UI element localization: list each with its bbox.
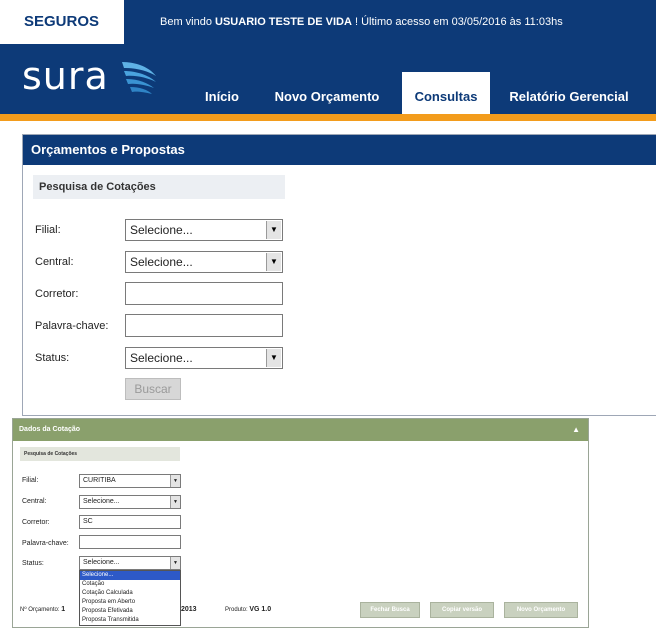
- status-dropdown-list: Selecione... Cotação Cotação Calculada P…: [79, 570, 181, 626]
- status-value: Selecione...: [130, 351, 193, 365]
- central-value: Selecione...: [130, 255, 193, 269]
- status-option[interactable]: Selecione...: [80, 571, 180, 580]
- panel-title: Orçamentos e Propostas: [23, 135, 656, 165]
- search-button[interactable]: Buscar: [125, 378, 181, 400]
- nav-inicio[interactable]: Início: [196, 72, 248, 114]
- chevron-down-icon[interactable]: ▼: [266, 349, 281, 367]
- orcamento-value-end: 2013: [181, 606, 197, 613]
- detail-panel: Dados da Cotação ▲ Pesquisa de Cotações …: [12, 418, 589, 628]
- produto-info: Produto: VG 1.0: [225, 606, 271, 613]
- welcome-message: Bem vindo USUARIO TESTE DE VIDA ! Último…: [160, 0, 563, 44]
- fechar-busca-button[interactable]: Fechar Busca: [360, 602, 420, 618]
- nav-relatorio-gerencial[interactable]: Relatório Gerencial: [504, 72, 634, 114]
- detail-central-value: Selecione...: [83, 498, 120, 505]
- produto-value: VG 1.0: [249, 606, 272, 613]
- corretor-label: Corretor:: [35, 288, 79, 300]
- status-select[interactable]: Selecione... ▼: [125, 347, 283, 369]
- status-option[interactable]: Proposta Transmitida: [80, 616, 180, 625]
- detail-palavra-label: Palavra-chave:: [22, 540, 69, 547]
- collapse-icon[interactable]: ▲: [572, 419, 580, 441]
- palavra-chave-input[interactable]: [125, 314, 283, 337]
- detail-status-value: Selecione...: [83, 559, 120, 566]
- accent-bar: [0, 114, 656, 121]
- orcamento-label: Nº Orçamento:: [20, 607, 60, 613]
- nav-novo-orcamento[interactable]: Novo Orçamento: [266, 72, 388, 114]
- detail-central-label: Central:: [22, 498, 47, 505]
- search-panel: Orçamentos e Propostas Pesquisa de Cotaç…: [22, 134, 656, 416]
- novo-orcamento-button[interactable]: Novo Orçamento: [504, 602, 578, 618]
- orcamento-year: 2013: [181, 606, 197, 613]
- nav-consultas[interactable]: Consultas: [402, 72, 490, 114]
- central-select[interactable]: Selecione... ▼: [125, 251, 283, 273]
- status-option[interactable]: Proposta em Aberto: [80, 598, 180, 607]
- nav-bar: sura Início Novo Orçamento Consultas Rel…: [0, 44, 656, 114]
- chevron-down-icon[interactable]: ▼: [170, 496, 180, 508]
- detail-filial-select[interactable]: CURITIBA ▼: [79, 474, 181, 488]
- copiar-versao-button[interactable]: Copiar versão: [430, 602, 494, 618]
- detail-central-select[interactable]: Selecione... ▼: [79, 495, 181, 509]
- central-label: Central:: [35, 256, 74, 268]
- detail-subtitle: Pesquisa de Cotações: [20, 447, 180, 461]
- filial-label: Filial:: [35, 224, 61, 236]
- detail-palavra-input[interactable]: [79, 535, 181, 549]
- detail-filial-label: Filial:: [22, 477, 39, 484]
- produto-label: Produto:: [225, 607, 248, 613]
- orcamento-number: Nº Orçamento: 1: [20, 606, 65, 613]
- corretor-input[interactable]: [125, 282, 283, 305]
- status-label: Status:: [35, 352, 70, 364]
- sura-logo[interactable]: sura: [22, 54, 109, 98]
- status-option[interactable]: Cotação Calculada: [80, 589, 180, 598]
- filial-value: Selecione...: [130, 223, 193, 237]
- status-option[interactable]: Cotação: [80, 580, 180, 589]
- detail-corretor-input[interactable]: SC: [79, 515, 181, 529]
- chevron-down-icon[interactable]: ▼: [266, 221, 281, 239]
- chevron-down-icon[interactable]: ▼: [170, 557, 180, 569]
- panel-subtitle: Pesquisa de Cotações: [33, 175, 285, 199]
- palavra-chave-label: Palavra-chave:: [35, 320, 109, 332]
- sura-wings-icon: [122, 62, 156, 94]
- status-option[interactable]: Proposta Efetivada: [80, 607, 180, 616]
- detail-title: Dados da Cotação: [19, 426, 81, 433]
- seguros-label: SEGUROS: [0, 0, 124, 44]
- detail-status-label: Status:: [22, 560, 44, 567]
- detail-corretor-label: Corretor:: [22, 519, 50, 526]
- chevron-down-icon[interactable]: ▼: [266, 253, 281, 271]
- top-bar: SEGUROS Bem vindo USUARIO TESTE DE VIDA …: [0, 0, 656, 44]
- chevron-down-icon[interactable]: ▼: [170, 475, 180, 487]
- welcome-suffix: ! Último acesso em 03/05/2016 às 11:03hs: [351, 16, 563, 28]
- filial-select[interactable]: Selecione... ▼: [125, 219, 283, 241]
- welcome-user: USUARIO TESTE DE VIDA: [215, 16, 352, 28]
- detail-filial-value: CURITIBA: [83, 477, 116, 484]
- detail-status-select[interactable]: Selecione... ▼: [79, 556, 181, 570]
- welcome-prefix: Bem vindo: [160, 16, 216, 28]
- detail-header: Dados da Cotação ▲: [13, 419, 588, 441]
- orcamento-value-start: 1: [61, 606, 66, 613]
